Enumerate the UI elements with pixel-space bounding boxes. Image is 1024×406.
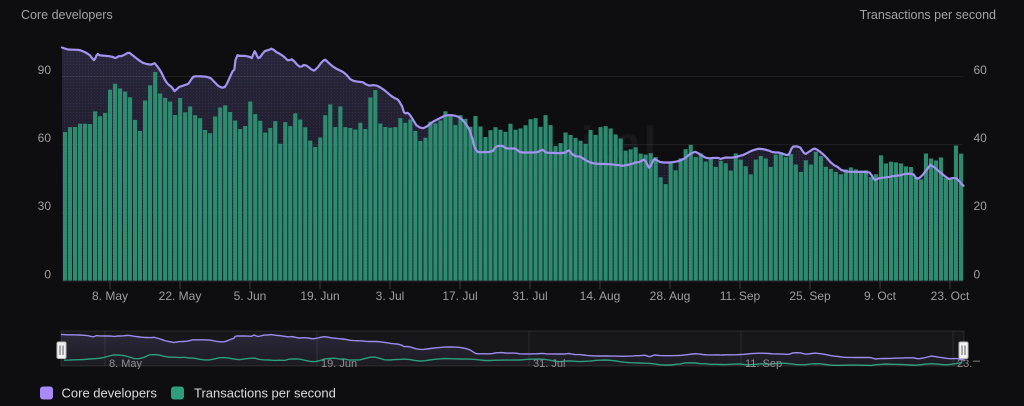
svg-text:5. Jun: 5. Jun xyxy=(234,289,267,303)
svg-text:8. May: 8. May xyxy=(109,358,143,370)
svg-text:20: 20 xyxy=(974,199,988,213)
svg-text:60: 60 xyxy=(974,63,988,77)
svg-text:14. Aug: 14. Aug xyxy=(580,289,621,303)
svg-text:28. Aug: 28. Aug xyxy=(650,289,691,303)
svg-text:22. May: 22. May xyxy=(159,289,202,303)
svg-text:31. Jul: 31. Jul xyxy=(512,289,547,303)
svg-text:8. May: 8. May xyxy=(92,289,128,303)
svg-text:11. Sep: 11. Sep xyxy=(720,289,761,303)
svg-text:0: 0 xyxy=(974,267,981,281)
svg-text:3. Jul: 3. Jul xyxy=(376,289,405,303)
svg-text:17. Jul: 17. Jul xyxy=(442,289,477,303)
svg-text:25. Sep: 25. Sep xyxy=(789,289,831,303)
svg-text:90: 90 xyxy=(38,63,52,77)
svg-text:9. Oct: 9. Oct xyxy=(864,289,897,303)
svg-text:19. Jun: 19. Jun xyxy=(300,289,339,303)
svg-text:0: 0 xyxy=(44,267,51,281)
svg-text:Transactions per second: Transactions per second xyxy=(860,8,996,22)
svg-text:23. Oct: 23. Oct xyxy=(931,289,970,303)
svg-text:19. Jun: 19. Jun xyxy=(321,358,357,370)
svg-text:31. Jul: 31. Jul xyxy=(533,358,565,370)
svg-text:40: 40 xyxy=(974,131,988,145)
svg-text:Transactions per second: Transactions per second xyxy=(194,386,336,401)
svg-text:Core developers: Core developers xyxy=(62,386,158,401)
svg-text:Core developers: Core developers xyxy=(21,8,113,22)
svg-text:60: 60 xyxy=(38,131,52,145)
svg-text:11. Sep: 11. Sep xyxy=(745,358,782,370)
svg-text:30: 30 xyxy=(38,199,52,213)
